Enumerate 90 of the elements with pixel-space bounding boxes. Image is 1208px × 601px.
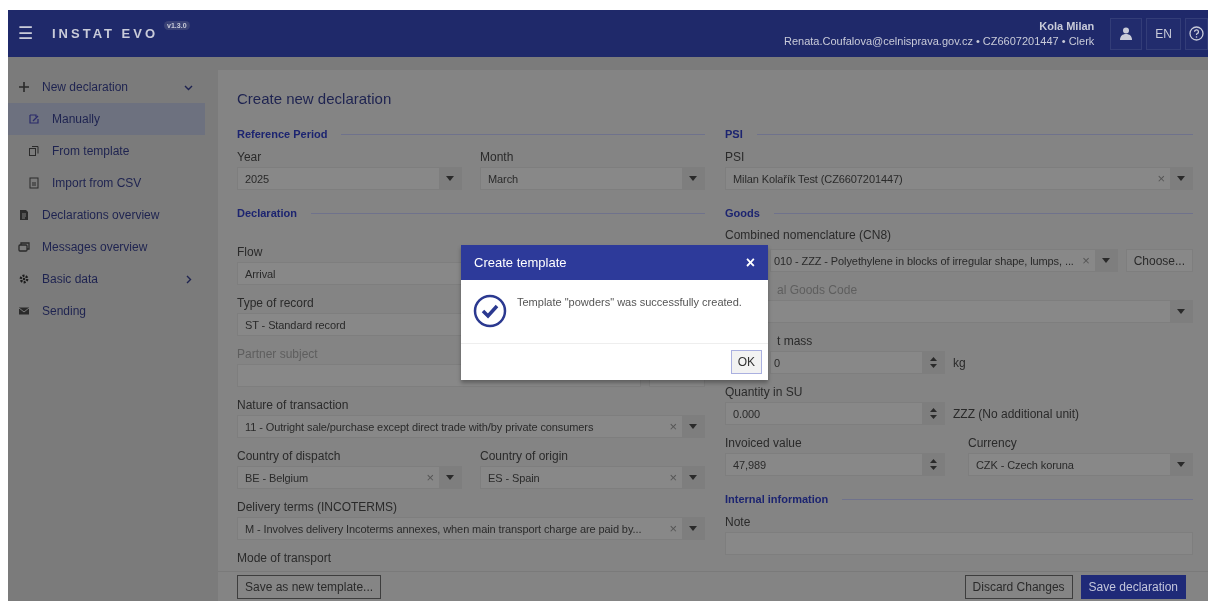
field-label: Combined nomenclature (CN8) — [725, 227, 892, 243]
dropdown-caret-icon — [1177, 462, 1185, 467]
spinner-icon[interactable] — [929, 356, 937, 369]
dropdown-field[interactable]: ES - Spain × — [480, 466, 705, 489]
check-circle-icon — [473, 294, 507, 328]
dropdown-field[interactable]: Milan Kolařík Test (CZ6607201447) × — [725, 167, 1193, 190]
dialog-message: Template "powders" was successfully created. — [517, 296, 742, 308]
field-label: Nature of transaction — [237, 397, 349, 413]
field-label: Country of dispatch — [237, 448, 341, 464]
dropdown-caret-icon — [689, 475, 697, 480]
field-label: Flow — [237, 244, 263, 260]
unit-label: kg — [953, 355, 966, 370]
sidebar-item[interactable]: New declaration — [8, 71, 205, 103]
dropdown-field[interactable]: 2025 — [237, 167, 462, 190]
sidebar-item[interactable]: Basic data — [8, 263, 205, 295]
number-field[interactable]: 0 — [770, 351, 945, 374]
dropdown-caret-icon — [1177, 176, 1185, 181]
section-heading: Internal information — [725, 493, 829, 505]
field-label: Month — [480, 149, 514, 165]
spinner-icon[interactable] — [929, 407, 937, 420]
field-label: Type of record — [237, 295, 314, 311]
help-icon — [1189, 26, 1204, 41]
menu-icon[interactable]: ☰ — [18, 23, 38, 44]
language-button[interactable]: EN — [1146, 17, 1181, 50]
field-label: Quantity in SU — [725, 384, 803, 400]
dropdown-caret-icon — [689, 176, 697, 181]
field-label: Year — [237, 149, 262, 165]
spinner-icon[interactable] — [929, 458, 937, 471]
field-label: PSI — [725, 149, 745, 165]
dropdown-caret-icon — [1101, 258, 1110, 263]
dropdown-field[interactable]: BE - Belgium × — [237, 466, 462, 489]
dialog-title: Create template — [474, 255, 567, 270]
app-title: INSTAT EVO — [52, 26, 159, 41]
field-label: Note — [725, 514, 751, 530]
close-button[interactable]: × — [745, 253, 755, 272]
field-label: t mass — [777, 333, 813, 349]
user-details: Renata.Coufalova@celnisprava.gov.cz • CZ6607201447 • Clerk — [784, 33, 1095, 49]
clear-icon[interactable]: × — [669, 419, 677, 434]
dropdown-caret-icon — [689, 526, 697, 531]
sidebar-item[interactable]: Declarations overview — [8, 199, 205, 231]
settings-icon — [18, 273, 30, 285]
sidebar-item[interactable]: Import from CSV — [8, 167, 205, 199]
sidebar-item[interactable]: From template — [8, 135, 205, 167]
field-label: Currency — [968, 435, 1017, 451]
document-icon — [18, 209, 30, 221]
section-heading: Goods — [725, 207, 760, 219]
mail-icon — [18, 305, 30, 317]
unit-label: ZZZ (No additional unit) — [953, 406, 1080, 421]
plus-icon — [18, 81, 30, 93]
field-label: Country of origin — [480, 448, 569, 464]
field-label: Invoiced value — [725, 435, 802, 451]
footer-button[interactable]: Discard Changes — [964, 574, 1073, 599]
field-label: Mode of transport — [237, 550, 332, 566]
footer-button[interactable]: Save declaration — [1080, 574, 1186, 599]
section-heading: Reference Period — [237, 128, 328, 140]
clear-icon[interactable]: × — [669, 470, 677, 485]
clear-icon[interactable]: × — [669, 521, 677, 536]
footer-button[interactable]: Save as new template... — [237, 574, 382, 599]
clear-icon[interactable]: × — [1082, 253, 1090, 268]
sidebar-item[interactable]: Messages overview — [8, 231, 205, 263]
section-heading: PSI — [725, 128, 743, 140]
sidebar-item[interactable]: Manually — [8, 103, 205, 135]
dropdown-caret-icon — [446, 176, 454, 181]
user-name: Kola Milan — [1038, 18, 1095, 34]
page-title: Create new declaration — [237, 90, 392, 107]
dropdown-field[interactable]: 010 - ZZZ - Polyethylene in blocks of irregular shape, lumps, ... × — [770, 249, 1118, 272]
dropdown-field[interactable]: March — [480, 167, 705, 190]
person-icon — [1120, 27, 1133, 40]
edit-icon — [28, 113, 40, 125]
dropdown-caret-icon — [1177, 309, 1185, 314]
number-field[interactable]: 0.000 — [725, 402, 945, 425]
help-button[interactable] — [1185, 17, 1208, 50]
dropdown-caret-icon — [446, 475, 454, 480]
clear-icon[interactable]: × — [1157, 171, 1165, 186]
number-field[interactable]: 47,989 — [725, 453, 945, 476]
choose-button[interactable]: Choose... — [1125, 249, 1193, 272]
section-heading: Declaration — [237, 207, 297, 219]
dropdown-field[interactable]: 11 - Outright sale/purchase except direct trade with/by private consumers × — [237, 415, 705, 438]
chevron-icon — [184, 274, 193, 284]
dropdown-field[interactable]: M - Involves delivery Incoterms annexes, when main transport charge are paid by... × — [237, 517, 705, 540]
file-icon — [28, 177, 40, 189]
clear-icon[interactable]: × — [426, 470, 434, 485]
field-label: Delivery terms (INCOTERMS) — [237, 499, 397, 515]
messages-icon — [18, 241, 30, 253]
user-button[interactable] — [1110, 17, 1143, 50]
sidebar-item[interactable]: Sending — [8, 295, 205, 327]
copy-icon — [28, 145, 40, 157]
dropdown-field[interactable]: CZK - Czech koruna — [968, 453, 1193, 476]
ok-button[interactable]: OK — [730, 350, 762, 374]
dropdown-caret-icon — [689, 424, 697, 429]
